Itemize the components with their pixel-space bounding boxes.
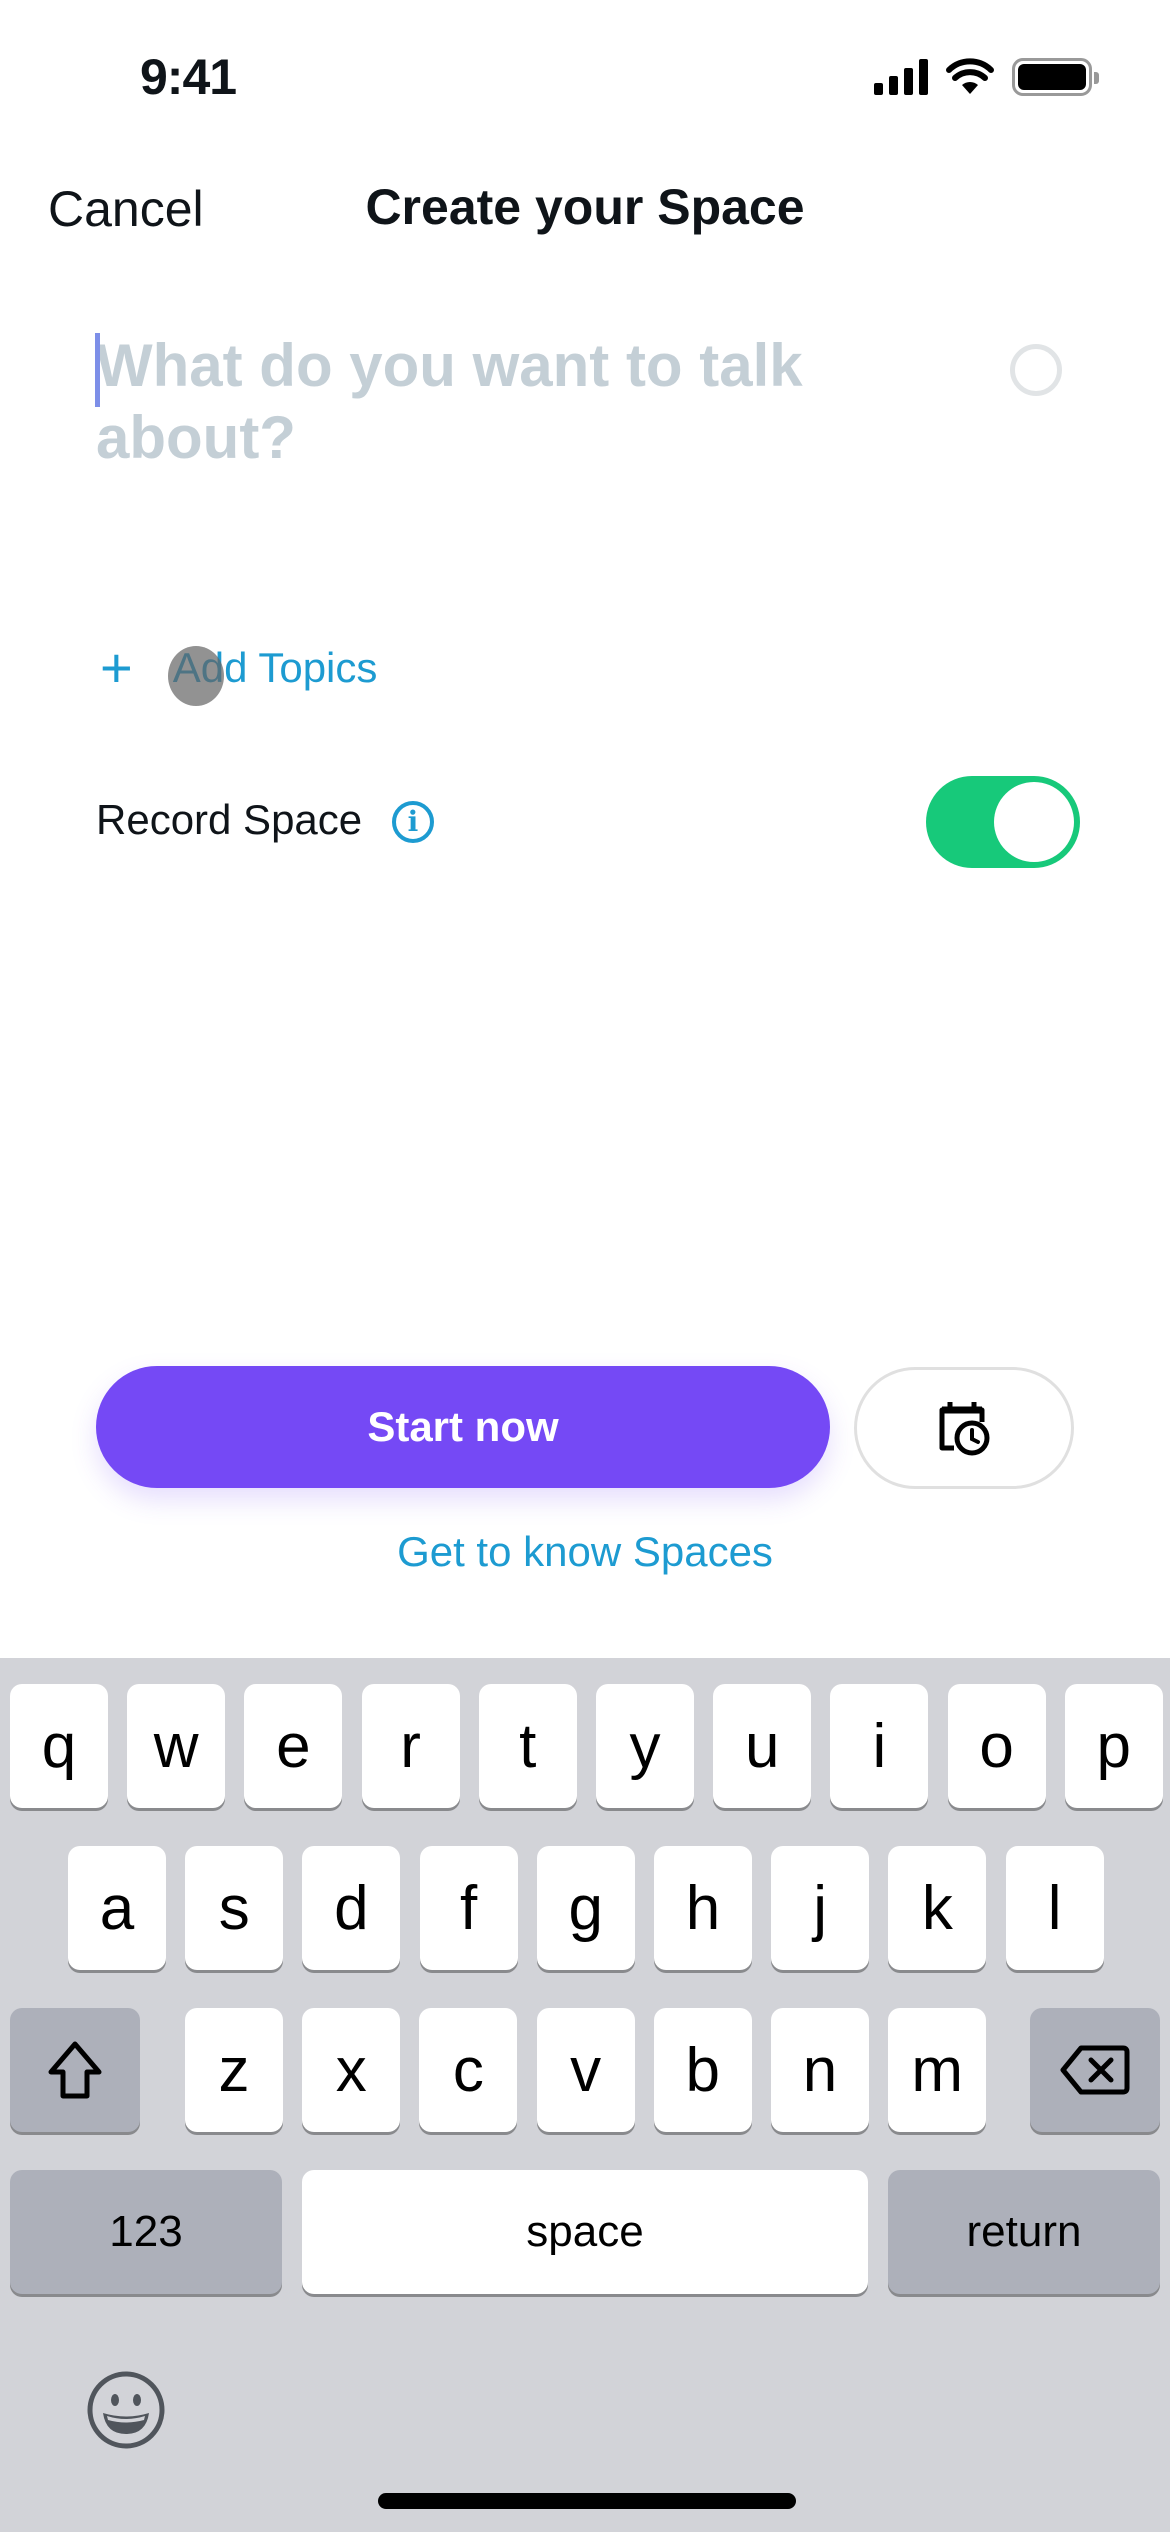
character-counter-icon [1010, 344, 1062, 396]
touch-indicator [168, 646, 224, 706]
shift-key[interactable] [10, 2008, 140, 2132]
space-title-input[interactable]: What do you want to talk about? [96, 330, 876, 474]
space-key[interactable]: space [302, 2170, 868, 2294]
numbers-key[interactable]: 123 [10, 2170, 282, 2294]
delete-icon [1060, 2045, 1130, 2095]
key-r[interactable]: r [361, 1684, 460, 1808]
key-j[interactable]: j [771, 1846, 870, 1970]
key-q[interactable]: q [10, 1684, 108, 1808]
record-space-toggle[interactable] [926, 776, 1080, 868]
key-m[interactable]: m [888, 2008, 987, 2132]
key-g[interactable]: g [536, 1846, 635, 1970]
record-space-label: Record Space [96, 796, 363, 843]
key-a[interactable]: a [68, 1846, 166, 1970]
return-key[interactable]: return [888, 2170, 1160, 2294]
calendar-clock-icon [939, 1402, 990, 1456]
start-now-button[interactable]: Start now [96, 1366, 830, 1488]
key-h[interactable]: h [654, 1846, 752, 1970]
key-x[interactable]: x [302, 2008, 401, 2132]
key-c[interactable]: c [419, 2008, 518, 2132]
key-w[interactable]: w [127, 1684, 226, 1808]
key-l[interactable]: l [1005, 1846, 1104, 1970]
schedule-button[interactable] [854, 1367, 1074, 1489]
key-z[interactable]: z [185, 2008, 283, 2132]
wifi-icon [946, 58, 994, 94]
home-indicator [378, 2493, 796, 2509]
key-u[interactable]: u [713, 1684, 812, 1808]
key-e[interactable]: e [244, 1684, 343, 1808]
key-p[interactable]: p [1064, 1684, 1163, 1808]
add-topics-button[interactable]: + Add Topics [100, 640, 377, 696]
emoji-icon[interactable] [86, 2370, 166, 2450]
toggle-knob [994, 782, 1074, 862]
key-f[interactable]: f [419, 1846, 518, 1970]
plus-icon: + [100, 636, 133, 699]
key-t[interactable]: t [478, 1684, 577, 1808]
shift-icon [48, 2041, 102, 2099]
info-icon[interactable]: i [392, 801, 434, 843]
page-title: Create your Space [365, 179, 805, 235]
key-n[interactable]: n [771, 2008, 869, 2132]
status-icons [874, 58, 1099, 96]
key-d[interactable]: d [302, 1846, 401, 1970]
key-v[interactable]: v [536, 2008, 635, 2132]
key-b[interactable]: b [653, 2008, 752, 2132]
text-cursor [95, 333, 100, 407]
status-time: 9:41 [140, 49, 237, 105]
key-k[interactable]: k [888, 1846, 987, 1970]
key-y[interactable]: y [596, 1684, 694, 1808]
key-o[interactable]: o [947, 1684, 1046, 1808]
delete-key[interactable] [1030, 2008, 1160, 2132]
cellular-signal-icon [874, 59, 928, 95]
battery-icon [1012, 58, 1099, 96]
key-i[interactable]: i [830, 1684, 929, 1808]
key-s[interactable]: s [185, 1846, 284, 1970]
get-to-know-spaces-link[interactable]: Get to know Spaces [0, 1528, 1170, 1576]
